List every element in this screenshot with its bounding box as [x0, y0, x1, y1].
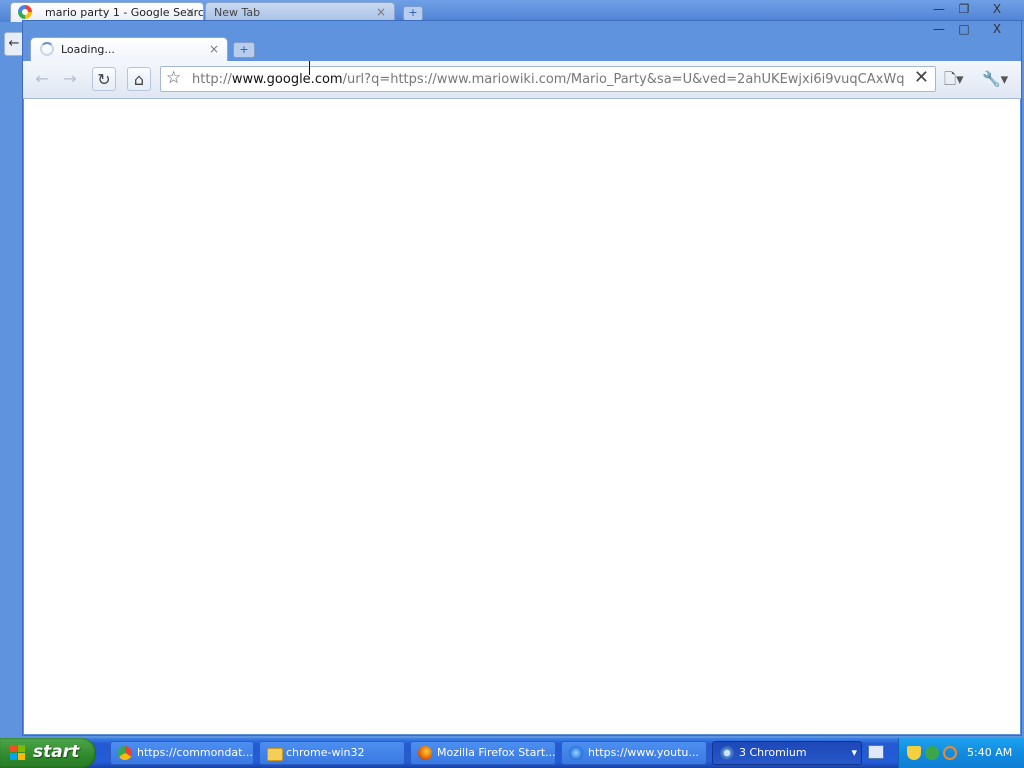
taskbar-item-label: chrome-win32 — [286, 746, 365, 759]
tab-close-icon[interactable]: × — [376, 5, 386, 19]
close-window-button[interactable]: X — [987, 22, 1007, 36]
new-tab-button[interactable]: + — [233, 42, 255, 58]
bookmark-star-icon[interactable]: ☆ — [166, 68, 181, 88]
taskbar-item-chromium-group[interactable]: 3 Chromium ▾ — [712, 741, 862, 765]
chrome-icon — [118, 746, 132, 760]
tab-close-icon[interactable]: × — [185, 5, 195, 19]
tab-new-tab[interactable]: New Tab × — [205, 2, 395, 22]
start-label: start — [33, 742, 80, 762]
taskbar-item-folder[interactable]: chrome-win32 — [259, 741, 405, 765]
tab-title: Loading... — [61, 43, 115, 56]
url-scheme: http:// — [192, 72, 232, 87]
tab-close-icon[interactable]: × — [209, 42, 219, 56]
minimize-button[interactable]: — — [929, 2, 949, 16]
url-text[interactable]: http://www.google.com/url?q=https://www.… — [192, 72, 904, 87]
page-content-area[interactable] — [24, 99, 1020, 734]
ie-icon — [569, 746, 583, 760]
close-window-button[interactable]: X — [987, 2, 1007, 16]
new-tab-button[interactable]: + — [403, 6, 423, 21]
stop-loading-icon[interactable]: ✕ — [914, 67, 929, 88]
tab-loading[interactable]: Loading... × — [30, 37, 228, 61]
wrench-menu-button[interactable]: 🔧▾ — [982, 67, 1012, 91]
folder-icon — [267, 748, 283, 761]
chevron-down-icon: ▾ — [851, 746, 857, 759]
taskbar-item-label: https://www.youtu... — [588, 746, 699, 759]
reload-button[interactable]: ↻ — [92, 67, 116, 91]
windows-logo-icon — [10, 745, 26, 761]
google-favicon-icon — [18, 5, 32, 19]
taskbar-item-chrome[interactable]: https://commondat... — [110, 741, 254, 765]
chromium-icon — [720, 746, 734, 760]
tab-mario-party-search[interactable]: mario party 1 - Google Search × — [10, 2, 204, 22]
search-icon[interactable] — [943, 746, 957, 760]
clock[interactable]: 5:40 AM — [967, 746, 1012, 759]
taskbar-item-label: Mozilla Firefox Start... — [437, 746, 556, 759]
security-shield-icon[interactable] — [907, 746, 921, 760]
maximize-button[interactable]: □ — [954, 22, 974, 36]
taskbar-item-firefox[interactable]: Mozilla Firefox Start... — [410, 741, 556, 765]
start-button[interactable]: start — [0, 738, 96, 768]
url-host: www.google.com — [231, 72, 343, 87]
keyboard-icon[interactable] — [868, 745, 884, 759]
address-bar[interactable]: ☆ http://www.google.com/url?q=https://ww… — [160, 66, 936, 92]
forward-button[interactable]: → — [58, 67, 82, 91]
tab-title: mario party 1 - Google Search — [45, 6, 204, 19]
network-icon[interactable] — [925, 746, 939, 760]
home-button[interactable]: ⌂ — [127, 67, 151, 91]
taskbar-item-ie[interactable]: https://www.youtu... — [561, 741, 707, 765]
tab-title: New Tab — [214, 6, 261, 19]
page-menu-button[interactable]: 🗋▾ — [944, 67, 974, 91]
background-back-button[interactable]: ← — [4, 32, 24, 56]
restore-button[interactable]: ❐ — [954, 2, 974, 16]
firefox-icon — [418, 746, 432, 760]
minimize-button[interactable]: — — [929, 22, 949, 36]
system-tray: 5:40 AM — [898, 738, 1024, 768]
taskbar-item-label: https://commondat... — [137, 746, 253, 759]
back-button[interactable]: ← — [30, 67, 54, 91]
url-path: /url?q=https://www.mariowiki.com/Mario_P… — [342, 72, 904, 87]
taskbar-item-label: 3 Chromium — [739, 746, 807, 759]
text-cursor — [309, 61, 310, 75]
loading-spinner-icon — [40, 42, 54, 56]
